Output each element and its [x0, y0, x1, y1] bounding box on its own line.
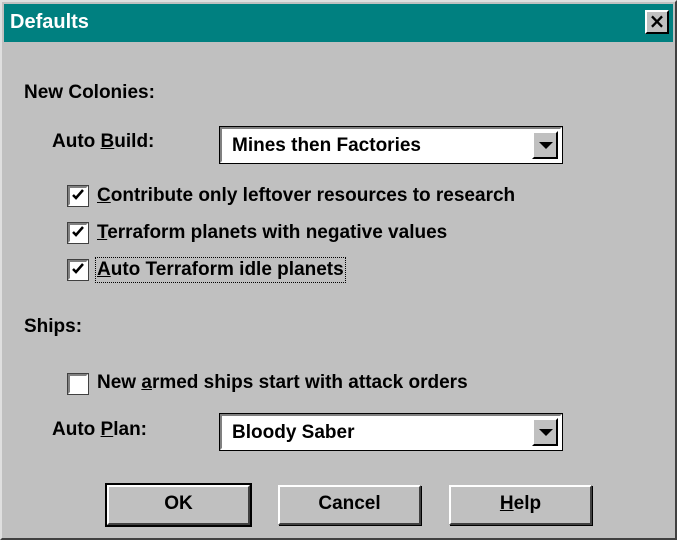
defaults-dialog: Defaults × New Colonies: Auto Build: Min… [0, 0, 677, 540]
auto-build-label: Auto Build: [52, 131, 155, 152]
checkmark-icon [72, 226, 84, 237]
contribute-leftover-checkbox[interactable] [67, 185, 89, 207]
auto-build-dropdown-button[interactable] [532, 131, 558, 159]
terraform-negative-checkbox[interactable] [67, 222, 89, 244]
dialog-title: Defaults [10, 11, 89, 33]
auto-plan-select[interactable]: Bloody Saber [219, 413, 563, 451]
chevron-down-icon [539, 142, 553, 149]
auto-terraform-label[interactable]: Auto Terraform idle planets [95, 257, 346, 283]
auto-plan-dropdown-button[interactable] [532, 418, 558, 446]
close-button[interactable]: × [645, 10, 669, 34]
ships-heading: Ships: [24, 316, 83, 337]
new-colonies-heading: New Colonies: [24, 82, 155, 103]
cancel-button[interactable]: Cancel [278, 485, 421, 525]
help-button[interactable]: Help [449, 485, 592, 525]
auto-terraform-checkbox[interactable] [67, 259, 89, 281]
ok-button[interactable]: OK [105, 483, 252, 527]
armed-ships-attack-checkbox[interactable] [67, 373, 89, 395]
contribute-leftover-label[interactable]: Contribute only leftover resources to re… [97, 185, 515, 207]
auto-plan-value: Bloody Saber [232, 422, 355, 443]
title-bar[interactable]: Defaults × [4, 4, 673, 42]
auto-plan-label: Auto Plan: [52, 419, 148, 440]
close-icon: × [648, 9, 666, 33]
auto-build-value: Mines then Factories [232, 135, 421, 156]
chevron-down-icon [539, 429, 553, 436]
armed-ships-attack-label[interactable]: New armed ships start with attack orders [97, 372, 468, 394]
terraform-negative-label[interactable]: Terraform planets with negative values [97, 222, 447, 244]
auto-build-select[interactable]: Mines then Factories [219, 126, 563, 164]
checkmark-icon [72, 189, 84, 200]
checkmark-icon [72, 263, 84, 274]
